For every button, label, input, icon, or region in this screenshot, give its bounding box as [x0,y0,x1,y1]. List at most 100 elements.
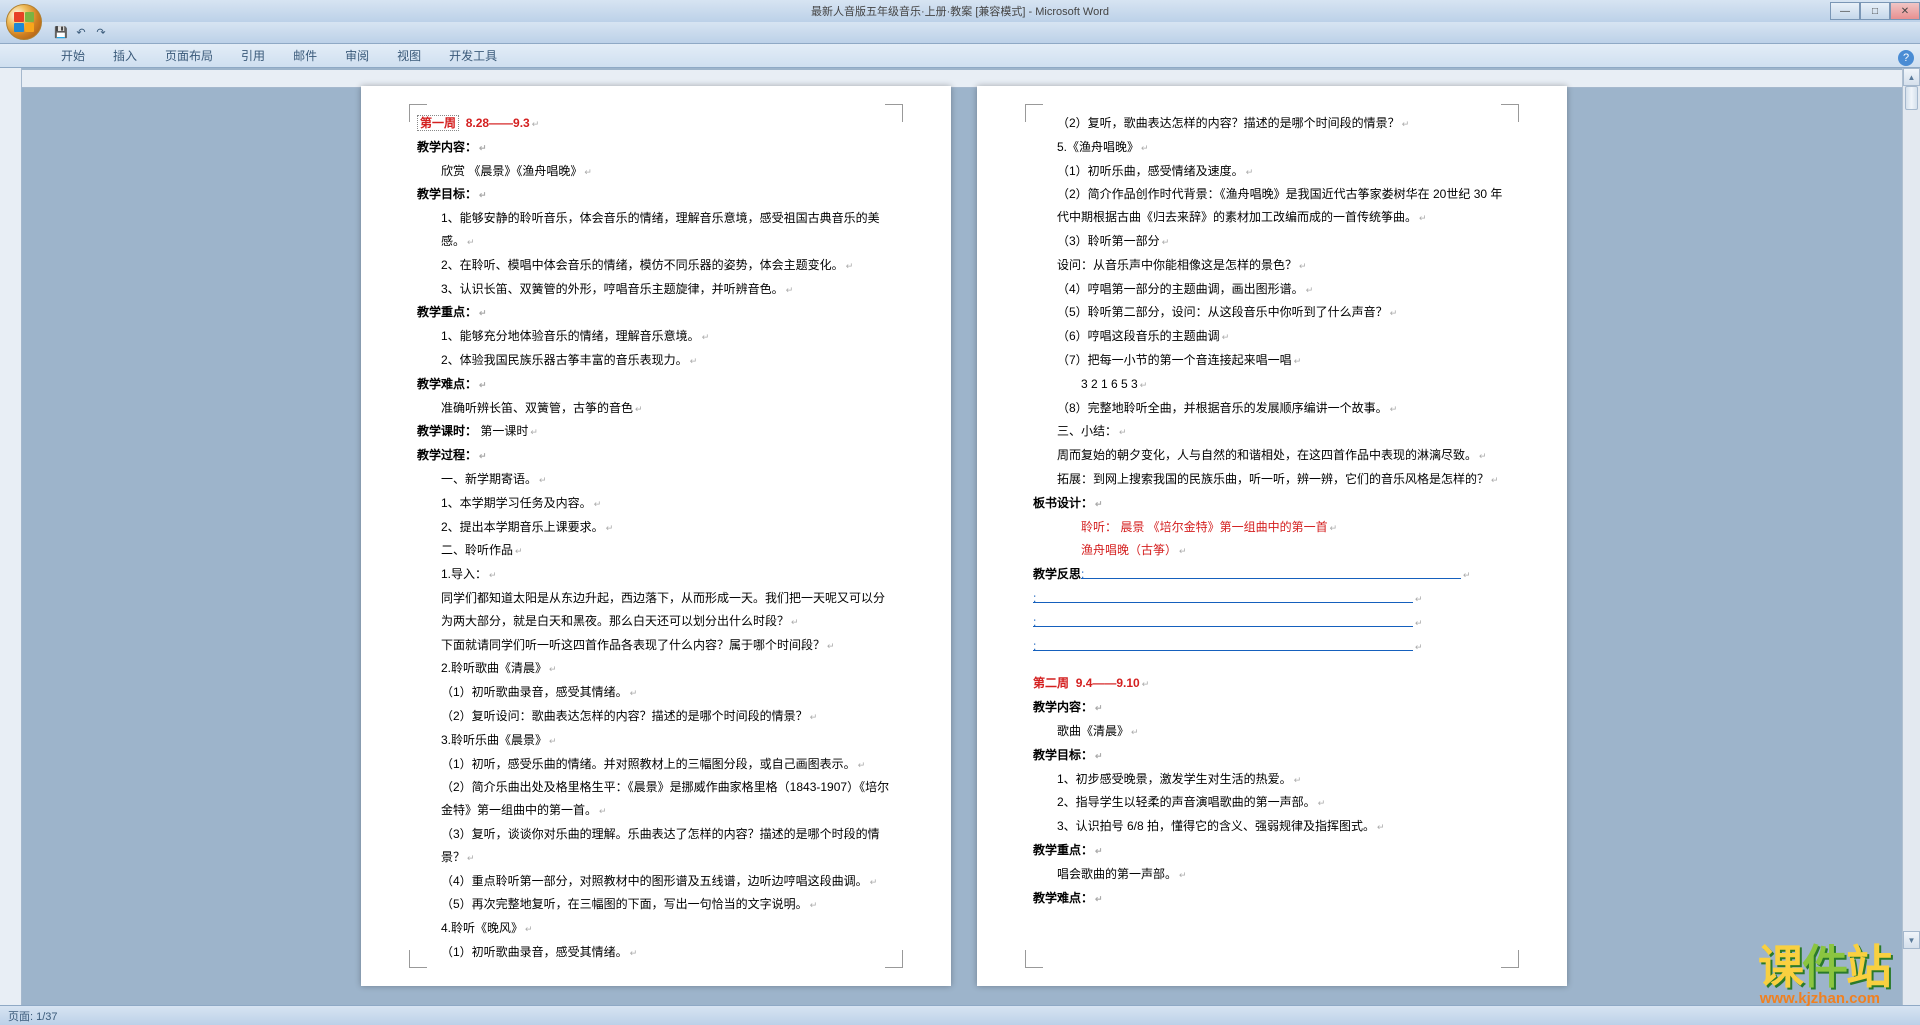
undo-icon[interactable]: ↶ [72,24,90,42]
heading-reflection: 教学反思: [1033,563,1511,586]
text-line: （7）把每一小节的第一个音连接起来唱一唱 [1033,349,1511,372]
tab-mailings[interactable]: 邮件 [280,43,330,67]
text-line: 第一周 8.28——9.3 [417,112,895,135]
heading-key: 教学重点： [1033,839,1511,862]
text-line: 欣赏 《晨景》《渔舟唱晚》 [417,160,895,183]
text-line: 3 2 1 6 5 3 [1033,373,1511,396]
text-line: 2、体验我国民族乐器古筝丰富的音乐表现力。 [417,349,895,372]
ribbon-tabs: 开始 插入 页面布局 引用 邮件 审阅 视图 开发工具 [0,44,1920,68]
text-line: 4.聆听《晚风》 [417,917,895,940]
text-line: 同学们都知道太阳是从东边升起，西边落下，从而形成一天。我们把一天呢又可以分为两大… [417,587,895,633]
page-1[interactable]: 第一周 8.28——9.3 教学内容： 欣赏 《晨景》《渔舟唱晚》 教学目标： … [361,86,951,986]
close-button[interactable]: ✕ [1890,2,1920,20]
text-line: （4）重点聆听第一部分，对照教材中的图形谱及五线谱，边听边哼唱这段曲调。 [417,870,895,893]
window-title: 最新人音版五年级音乐·上册·教案 [兼容模式] - Microsoft Word [811,3,1109,19]
redo-icon[interactable]: ↷ [92,24,110,42]
scroll-up-icon[interactable]: ▲ [1903,68,1920,86]
margin-corner-icon [409,950,427,968]
text-line: 一、新学期寄语。 [417,468,895,491]
text-line: （1）初听，感受乐曲的情绪。并对照教材上的三幅图分段，或自己画图表示。 [417,753,895,776]
tab-view[interactable]: 视图 [384,43,434,67]
heading-content: 教学内容： [1033,696,1511,719]
text-line: （5）再次完整地复听，在三幅图的下面，写出一句恰当的文字说明。 [417,893,895,916]
week2-title: 第二周 9.4——9.10 [1033,672,1511,695]
scroll-down-icon[interactable]: ▼ [1903,931,1920,949]
minimize-button[interactable]: — [1830,2,1860,20]
page-indicator[interactable]: 页面: 1/37 [8,1008,58,1024]
tab-developer[interactable]: 开发工具 [436,43,510,67]
text-line: （1）初听歌曲录音，感受其情绪。 [417,941,895,964]
text-line: （1）初听乐曲，感受情绪及速度。 [1033,160,1511,183]
text-line: 2、提出本学期音乐上课要求。 [417,516,895,539]
document-workspace: 第一周 8.28——9.3 教学内容： 欣赏 《晨景》《渔舟唱晚》 教学目标： … [0,68,1920,1005]
heading-goal: 教学目标： [417,183,895,206]
text-line: 1、本学期学习任务及内容。 [417,492,895,515]
vertical-ruler[interactable] [0,68,22,1005]
tab-review[interactable]: 审阅 [332,43,382,67]
tab-insert[interactable]: 插入 [100,43,150,67]
text-line: 2.聆听歌曲《清晨》 [417,657,895,680]
pages-container[interactable]: 第一周 8.28——9.3 教学内容： 欣赏 《晨景》《渔舟唱晚》 教学目标： … [26,86,1902,1005]
help-icon[interactable]: ? [1898,50,1914,66]
text-line: 3、认识长笛、双簧管的外形，哼唱音乐主题旋律，并听辨音色。 [417,278,895,301]
text-line: （4）哼唱第一部分的主题曲调，画出图形谱。 [1033,278,1511,301]
text-line: 1、能够充分地体验音乐的情绪，理解音乐意境。 [417,325,895,348]
margin-corner-icon [1025,104,1043,122]
text-line: （2）复听，歌曲表达怎样的内容？描述的是哪个时间段的情景？ [1033,112,1511,135]
text-line: （6）哼唱这段音乐的主题曲调 [1033,325,1511,348]
text-line: 1、能够安静的聆听音乐，体会音乐的情绪，理解音乐意境，感受祖国古典音乐的美感。 [417,207,895,253]
scroll-thumb[interactable] [1905,86,1918,110]
text-line: 5.《渔舟唱晚》 [1033,136,1511,159]
watermark-logo: 课件站 [1758,931,1890,997]
office-button[interactable] [6,4,42,40]
vertical-scrollbar[interactable]: ▲ ▼ [1902,68,1920,1005]
text-line: 2、指导学生以轻柔的声音演唱歌曲的第一声部。 [1033,791,1511,814]
text-line: 1、初步感受晚景，激发学生对生活的热爱。 [1033,768,1511,791]
text-line: （3）聆听第一部分 [1033,230,1511,253]
text-line: 三、小结： [1033,420,1511,443]
text-line: 下面就请同学们听一听这四首作品各表现了什么内容？属于哪个时间段？ [417,634,895,657]
text-line: 拓展：到网上搜索我国的民族乐曲，听一听，辨一辨，它们的音乐风格是怎样的？ [1033,468,1511,491]
margin-corner-icon [885,950,903,968]
text-line: 二、聆听作品 [417,539,895,562]
title-bar: 最新人音版五年级音乐·上册·教案 [兼容模式] - Microsoft Word… [0,0,1920,22]
heading-difficulty: 教学难点： [417,373,895,396]
tab-layout[interactable]: 页面布局 [152,43,226,67]
margin-corner-icon [1501,104,1519,122]
text-line: （2）简介乐曲出处及格里格生平：《晨景》是挪威作曲家格里格（1843-1907）… [417,776,895,822]
heading-board: 板书设计： [1033,492,1511,515]
blank-line: : [1081,563,1461,579]
maximize-button[interactable]: □ [1860,2,1890,20]
text-line: 歌曲《清晨》 [1033,720,1511,743]
heading-process: 教学过程： [417,444,895,467]
text-line: 准确听辨长笛、双簧管，古筝的音色 [417,397,895,420]
office-logo-icon [14,12,34,32]
margin-corner-icon [1025,950,1043,968]
watermark-url: www.kjzhan.com [1760,990,1880,1007]
text-line: 1.导入： [417,563,895,586]
save-icon[interactable]: 💾 [52,24,70,42]
tab-references[interactable]: 引用 [228,43,278,67]
blank-line: : [1033,635,1511,658]
text-line: 设问：从音乐声中你能相像这是怎样的景色？ [1033,254,1511,277]
heading-content: 教学内容： [417,136,895,159]
blank-line: : [1033,611,1511,634]
status-bar: 页面: 1/37 [0,1005,1920,1025]
text-line: 周而复始的朝夕变化，人与自然的和谐相处，在这四首作品中表现的淋漓尽致。 [1033,444,1511,467]
text-line: （2）复听设问：歌曲表达怎样的内容？描述的是哪个时间段的情景？ [417,705,895,728]
text-line: （2）简介作品创作时代背景：《渔舟唱晚》是我国近代古筝家娄树华在 20世纪 30… [1033,183,1511,229]
text-line: 唱会歌曲的第一声部。 [1033,863,1511,886]
page-2[interactable]: （2）复听，歌曲表达怎样的内容？描述的是哪个时间段的情景？ 5.《渔舟唱晚》 （… [977,86,1567,986]
margin-corner-icon [885,104,903,122]
text-line: （3）复听，谈谈你对乐曲的理解。乐曲表达了怎样的内容？描述的是哪个时段的情景？ [417,823,895,869]
quick-access-toolbar: 💾 ↶ ↷ [0,22,1920,44]
text-line: （1）初听歌曲录音，感受其情绪。 [417,681,895,704]
heading-key: 教学重点： [417,301,895,324]
blank-line: : [1033,587,1511,610]
heading-goal: 教学目标： [1033,744,1511,767]
text-line: 2、在聆听、模唱中体会音乐的情绪，模仿不同乐器的姿势，体会主题变化。 [417,254,895,277]
tab-start[interactable]: 开始 [48,43,98,67]
heading-difficulty: 教学难点： [1033,887,1511,910]
text-line: 3、认识拍号 6/8 拍，懂得它的含义、强弱规律及指挥图式。 [1033,815,1511,838]
text-line: （8）完整地聆听全曲，并根据音乐的发展顺序编讲一个故事。 [1033,397,1511,420]
